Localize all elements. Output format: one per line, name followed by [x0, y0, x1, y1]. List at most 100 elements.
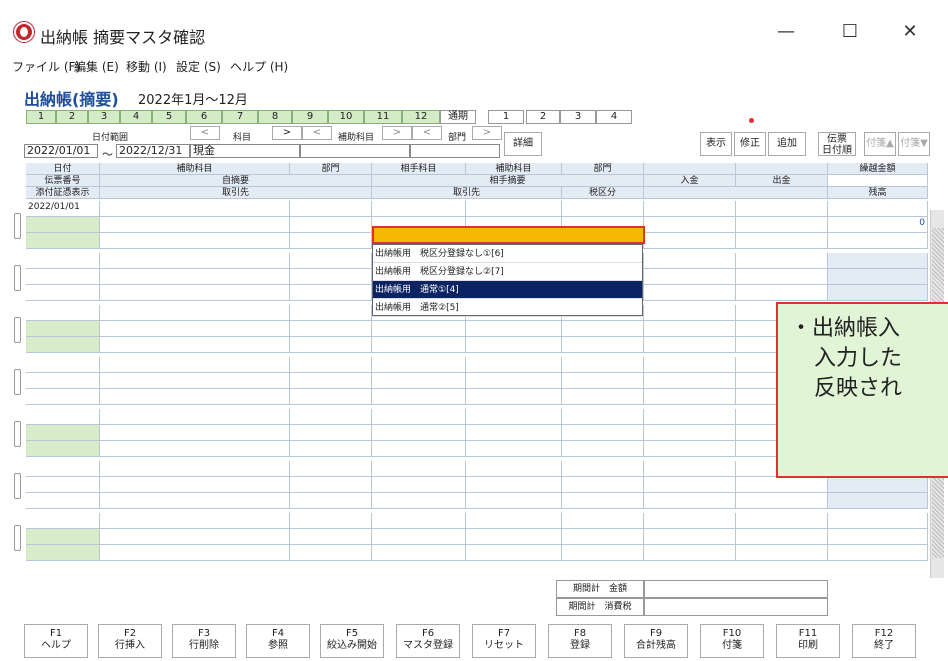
row-5-withdraw[interactable]	[736, 493, 828, 509]
detail-button[interactable]: 詳細	[504, 132, 542, 156]
fkey-f10-button[interactable]: F10 付箋	[700, 624, 764, 658]
row-4-date[interactable]	[26, 425, 100, 441]
row-1-date[interactable]	[26, 285, 100, 301]
row-6-date[interactable]	[26, 545, 100, 561]
row-2-date[interactable]	[26, 305, 100, 321]
fkey-f12-button[interactable]: F12 終了	[852, 624, 916, 658]
row-3-counter[interactable]	[372, 357, 466, 373]
month-tab-11[interactable]: 12	[402, 110, 440, 124]
slip-date-order-button[interactable]: 伝票 日付順	[818, 132, 856, 156]
row-0-sub[interactable]	[100, 217, 290, 233]
row-6-dept[interactable]	[290, 513, 372, 529]
row-3-sub[interactable]	[100, 373, 290, 389]
row-6-deposit[interactable]	[644, 513, 736, 529]
account-prev-button[interactable]: <	[190, 126, 220, 140]
month-tab-5[interactable]: 6	[186, 110, 222, 124]
row-1-withdraw[interactable]	[736, 285, 828, 301]
row-6-sub[interactable]	[100, 529, 290, 545]
edit-button[interactable]: 修正	[734, 132, 766, 156]
row-3-dept[interactable]	[290, 373, 372, 389]
row-3-counter-sub[interactable]	[466, 373, 562, 389]
date-from-field[interactable]: 2022/01/01	[24, 144, 98, 158]
row-0-balance[interactable]	[828, 201, 928, 217]
row-4-counter-dept[interactable]	[562, 409, 644, 425]
add-button[interactable]: 追加	[768, 132, 806, 156]
row-1-withdraw[interactable]	[736, 253, 828, 269]
row-5-deposit[interactable]	[644, 477, 736, 493]
row-5-counter[interactable]	[372, 461, 466, 477]
row-0-date[interactable]	[26, 233, 100, 249]
row-3-dept[interactable]	[290, 357, 372, 373]
row-drag-handle[interactable]	[14, 473, 21, 499]
row-6-counter-dept[interactable]	[562, 513, 644, 529]
row-6-withdraw[interactable]	[736, 545, 828, 561]
row-4-dept[interactable]	[290, 409, 372, 425]
row-3-dept[interactable]	[290, 389, 372, 405]
row-0-sub[interactable]	[100, 233, 290, 249]
dropdown-option[interactable]: 出納帳用 通常②[5]	[373, 299, 642, 317]
row-4-counter[interactable]	[372, 425, 466, 441]
row-0-deposit[interactable]	[644, 201, 736, 217]
row-5-date[interactable]	[26, 493, 100, 509]
fkey-f2-button[interactable]: F2 行挿入	[98, 624, 162, 658]
row-4-counter[interactable]	[372, 409, 466, 425]
row-0-balance[interactable]	[828, 233, 928, 249]
row-2-sub[interactable]	[100, 321, 290, 337]
row-5-sub[interactable]	[100, 477, 290, 493]
row-6-counter-sub[interactable]	[466, 513, 562, 529]
row-3-date[interactable]	[26, 357, 100, 373]
date-to-field[interactable]: 2022/12/31	[116, 144, 190, 158]
summary-combo-input[interactable]	[372, 226, 645, 244]
fkey-f3-button[interactable]: F3 行削除	[172, 624, 236, 658]
row-0-counter[interactable]	[372, 201, 466, 217]
row-5-dept[interactable]	[290, 461, 372, 477]
row-4-deposit[interactable]	[644, 441, 736, 457]
row-5-counter-sub[interactable]	[466, 461, 562, 477]
row-3-counter-sub[interactable]	[466, 389, 562, 405]
row-4-counter-dept[interactable]	[562, 425, 644, 441]
menu-help[interactable]: ヘルプ (H)	[230, 58, 288, 75]
fkey-f7-button[interactable]: F7 リセット	[472, 624, 536, 658]
account-next-button[interactable]: >	[272, 126, 302, 140]
month-tab-6[interactable]: 7	[222, 110, 258, 124]
row-6-date[interactable]	[26, 513, 100, 529]
month-tab-3[interactable]: 4	[120, 110, 152, 124]
row-2-deposit[interactable]	[644, 305, 736, 321]
row-2-counter[interactable]	[372, 321, 466, 337]
row-0-dept[interactable]	[290, 233, 372, 249]
row-0-withdraw[interactable]	[736, 233, 828, 249]
row-4-counter-sub[interactable]	[466, 409, 562, 425]
month-tab-16[interactable]: 4	[596, 110, 632, 124]
row-0-balance[interactable]: 0	[828, 217, 928, 233]
row-6-counter[interactable]	[372, 529, 466, 545]
row-3-deposit[interactable]	[644, 373, 736, 389]
fkey-f1-button[interactable]: F1 ヘルプ	[24, 624, 88, 658]
row-5-deposit[interactable]	[644, 461, 736, 477]
row-4-counter-sub[interactable]	[466, 425, 562, 441]
row-5-counter[interactable]	[372, 493, 466, 509]
dept-prev-button[interactable]: <	[412, 126, 442, 140]
row-drag-handle[interactable]	[14, 369, 21, 395]
row-0-dept[interactable]	[290, 201, 372, 217]
row-2-deposit[interactable]	[644, 321, 736, 337]
month-tab-14[interactable]: 2	[526, 110, 560, 124]
month-tab-10[interactable]: 11	[364, 110, 402, 124]
row-6-balance[interactable]	[828, 529, 928, 545]
menu-file[interactable]: ファイル (F)	[12, 58, 80, 75]
dropdown-option[interactable]: 出納帳用 税区分登録なし①[6]	[373, 245, 642, 263]
row-3-counter-dept[interactable]	[562, 357, 644, 373]
row-6-counter[interactable]	[372, 545, 466, 561]
row-6-dept[interactable]	[290, 529, 372, 545]
fkey-f9-button[interactable]: F9 合計残高	[624, 624, 688, 658]
row-drag-handle[interactable]	[14, 213, 21, 239]
row-3-sub[interactable]	[100, 357, 290, 373]
menu-move[interactable]: 移動 (I)	[126, 58, 167, 75]
row-4-counter[interactable]	[372, 441, 466, 457]
row-drag-handle[interactable]	[14, 525, 21, 551]
row-6-dept[interactable]	[290, 545, 372, 561]
row-3-counter-dept[interactable]	[562, 373, 644, 389]
row-0-deposit[interactable]	[644, 217, 736, 233]
row-1-deposit[interactable]	[644, 253, 736, 269]
row-2-counter-sub[interactable]	[466, 337, 562, 353]
row-5-sub[interactable]	[100, 461, 290, 477]
